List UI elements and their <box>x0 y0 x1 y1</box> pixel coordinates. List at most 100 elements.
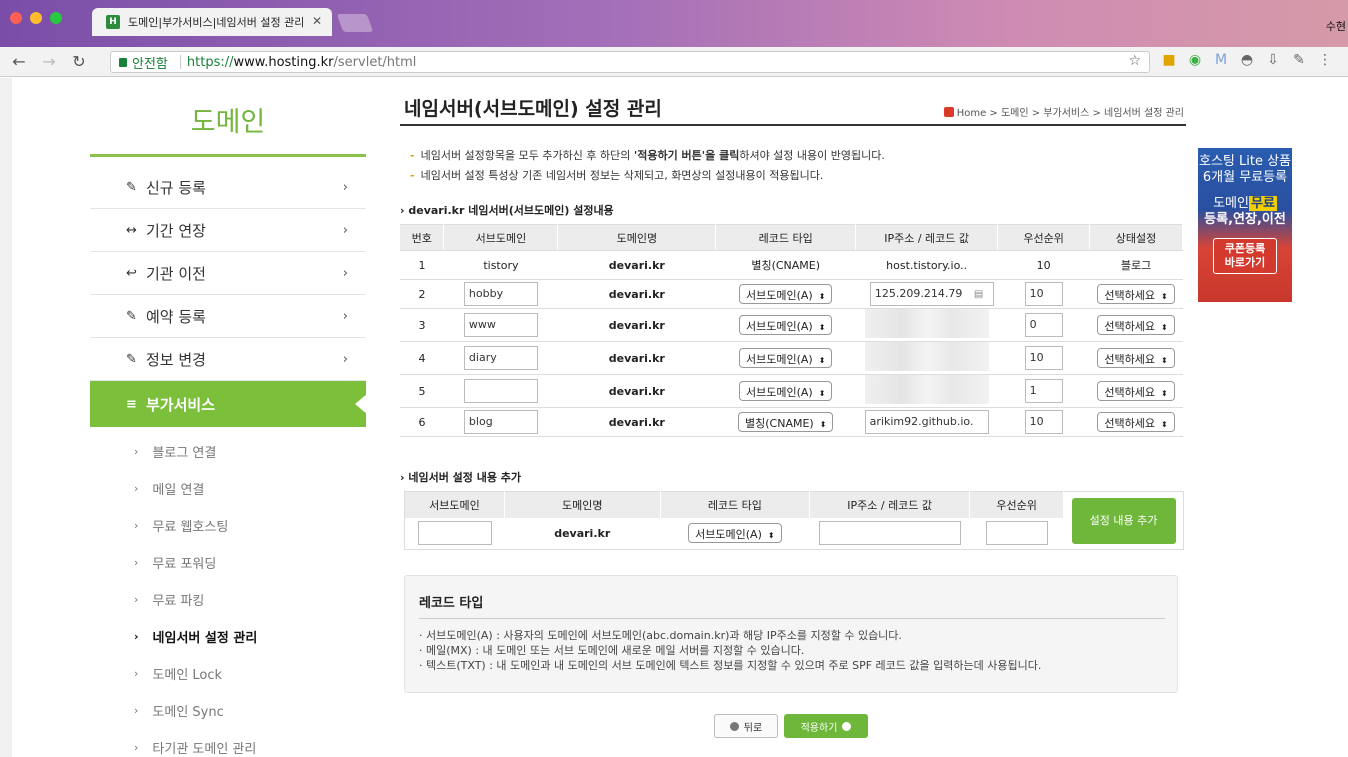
col-header: 번호 <box>400 224 445 251</box>
select-value: 선택하세요 <box>1104 386 1155 399</box>
promo-banner[interactable]: 호스팅 Lite 상품 6개월 무료등록 도메인 무료 등록,연장,이전 쿠폰등록 바로… <box>1198 148 1292 302</box>
security-indicator[interactable]: 안전함 <box>119 53 168 72</box>
record-type-select[interactable]: 서브도메인(A) ⬍ <box>738 381 833 401</box>
priority-input[interactable]: 0 <box>1024 313 1063 337</box>
status-select[interactable]: 선택하세요 ⬍ <box>1097 381 1175 401</box>
breadcrumb-text[interactable]: Home > 도메인 > 부가서비스 > 네임서버 설정 관리 <box>957 104 1184 119</box>
promo-line-1: 호스팅 Lite 상품 6개월 무료등록 <box>1198 148 1292 186</box>
subitem-free-webhosting[interactable]: › 무료 웹호스팅 <box>90 507 366 544</box>
status-select[interactable]: 선택하세요 ⬍ <box>1097 412 1175 432</box>
chevron-right-icon: › <box>134 445 139 458</box>
new-tab-button[interactable] <box>336 14 374 32</box>
chevron-right-icon: › <box>134 704 139 717</box>
record-type-cell: 서브도메인(A) ⬍ <box>715 308 856 342</box>
sidebar-item-reservation[interactable]: ✎ 예약 등록 › <box>90 295 366 338</box>
subitem-blog-connect[interactable]: › 블로그 연결 <box>90 433 366 470</box>
ip-text: host.tistory.io.. <box>886 258 968 272</box>
record-type-cell: 별칭(CNAME) <box>715 250 856 280</box>
subitem-mail-connect[interactable]: › 메일 연결 <box>90 470 366 507</box>
bookmark-star-icon[interactable]: ☆ <box>1128 53 1141 69</box>
sidebar-item-transfer[interactable]: ↩ 기관 이전 › <box>90 252 366 295</box>
subitem-domain-lock[interactable]: › 도메인 Lock <box>90 655 366 692</box>
status-select[interactable]: 선택하세요 ⬍ <box>1097 284 1175 304</box>
subdomain-input[interactable]: diary <box>463 346 538 370</box>
subitem-other-registrar[interactable]: › 타기관 도메인 관리 <box>90 729 366 757</box>
record-type-select[interactable]: 서브도메인(A) ⬍ <box>738 348 833 368</box>
priority-input[interactable]: 10 <box>1024 410 1063 434</box>
subdomain-input[interactable]: www <box>463 313 538 337</box>
sidebar-item-info-change[interactable]: ✎ 정보 변경 › <box>90 338 366 381</box>
ip-input[interactable]: arikim92.github.io. <box>864 410 989 434</box>
col-header: IP주소 / 레코드 값 <box>855 224 999 251</box>
redacted-ip[interactable] <box>864 309 989 338</box>
coupon-button[interactable]: 쿠폰등록 바로가기 <box>1213 238 1277 274</box>
subitem-label: 무료 파킹 <box>152 594 205 609</box>
status-select[interactable]: 선택하세요 ⬍ <box>1097 348 1175 368</box>
back-arrow-icon[interactable]: ← <box>8 52 30 71</box>
select-arrows-icon: ⬍ <box>1160 356 1168 365</box>
ip-cell <box>855 308 998 342</box>
close-tab-icon[interactable]: ✕ <box>312 14 322 28</box>
address-card-icon[interactable]: ▤ <box>974 289 983 300</box>
profile-name[interactable]: 수현 <box>1326 18 1346 34</box>
sidebar-item-renewal[interactable]: ↔ 기간 연장 › <box>90 209 366 252</box>
browser-tab[interactable]: H 도메인|부가서비스|네임서버 설정 관리 ✕ <box>92 8 332 36</box>
add-priority-input[interactable] <box>985 521 1048 546</box>
priority-input[interactable]: 1 <box>1024 379 1063 403</box>
gmail-ext-icon[interactable]: M <box>1212 52 1230 68</box>
reload-icon[interactable]: ↻ <box>68 52 90 71</box>
record-type-select[interactable]: 서브도메인(A) ⬍ <box>738 284 833 304</box>
priority-input[interactable]: 10 <box>1024 346 1063 370</box>
info-title: 레코드 타입 <box>419 596 484 611</box>
menu-dots-icon[interactable]: ⋮ <box>1316 52 1334 68</box>
sidebar-item-label: 기관 이전 <box>146 264 206 283</box>
add-subdomain-input[interactable] <box>417 521 492 546</box>
sidebar-item-label: 기간 연장 <box>146 221 206 240</box>
minimize-window-button[interactable] <box>30 12 42 24</box>
notice-1: - 네임서버 설정항목을 모두 추가하신 후 하단의 '적용하기 버튼'을 클릭하… <box>410 146 885 166</box>
reply-arrow-icon: ↩ <box>126 265 137 281</box>
zoom-window-button[interactable] <box>50 12 62 24</box>
table-row: 4 diary devari.kr 서브도메인(A) ⬍ 10 선택하세요 ⬍ <box>400 341 1183 375</box>
mask-ext-icon[interactable]: ◓ <box>1238 52 1256 68</box>
domain-cell: devari.kr <box>557 250 716 280</box>
subitem-nameserver-settings[interactable]: › 네임서버 설정 관리 <box>90 618 366 655</box>
record-type-select[interactable]: 별칭(CNAME) ⬍ <box>738 412 834 432</box>
subdomain-input[interactable]: blog <box>463 410 538 434</box>
subitem-domain-sync[interactable]: › 도메인 Sync <box>90 692 366 729</box>
select-arrows-icon: ⬍ <box>767 531 775 541</box>
redacted-ip[interactable] <box>864 375 989 404</box>
add-record-type-select[interactable]: 서브도메인(A) ⬍ <box>688 523 782 544</box>
home-icon[interactable] <box>943 106 954 117</box>
hosting-ext-icon[interactable]: ■ <box>1160 52 1178 68</box>
subdomain-input[interactable] <box>463 379 538 403</box>
subdomain-input[interactable]: hobby <box>463 282 538 306</box>
back-button[interactable]: 뒤로 <box>714 714 778 738</box>
download-ext-icon[interactable]: ⇩ <box>1264 52 1282 68</box>
row-number: 3 <box>400 308 444 342</box>
close-window-button[interactable] <box>10 12 22 24</box>
coupon-label: 바로가기 <box>1224 256 1266 269</box>
subitem-free-forwarding[interactable]: › 무료 포워딩 <box>90 544 366 581</box>
dropper-ext-icon[interactable]: ✎ <box>1290 52 1308 68</box>
back-circle-icon <box>729 721 739 731</box>
url-divider <box>179 55 181 69</box>
add-ip-input[interactable] <box>818 521 961 546</box>
refresh-ext-icon[interactable]: ◉ <box>1186 52 1204 68</box>
status-cell: 선택하세요 ⬍ <box>1089 308 1183 342</box>
record-type-select[interactable]: 서브도메인(A) ⬍ <box>738 315 833 335</box>
security-label: 안전함 <box>132 56 168 72</box>
forward-arrow-icon[interactable]: → <box>38 52 60 71</box>
priority-input[interactable]: 10 <box>1024 282 1063 306</box>
apply-button[interactable]: 적용하기 <box>784 714 868 738</box>
subitem-free-parking[interactable]: › 무료 파킹 <box>90 581 366 618</box>
tab-title: 도메인|부가서비스|네임서버 설정 관리 <box>128 16 305 29</box>
sidebar-item-new-registration[interactable]: ✎ 신규 등록 › <box>90 166 366 209</box>
sidebar-item-label: 부가서비스 <box>146 395 216 414</box>
status-select[interactable]: 선택하세요 ⬍ <box>1097 315 1175 335</box>
sidebar-item-addon-services[interactable]: ≡ 부가서비스 <box>90 381 367 427</box>
redacted-ip[interactable] <box>864 342 989 371</box>
url-bar[interactable]: 안전함 https://www.hosting.kr/servlet/html … <box>110 51 1150 73</box>
add-setting-button[interactable]: 설정 내용 추가 <box>1071 497 1176 544</box>
info-line: · 메일(MX) : 내 도메인 또는 서브 도메인에 새로운 메일 서버를 지… <box>419 644 805 657</box>
